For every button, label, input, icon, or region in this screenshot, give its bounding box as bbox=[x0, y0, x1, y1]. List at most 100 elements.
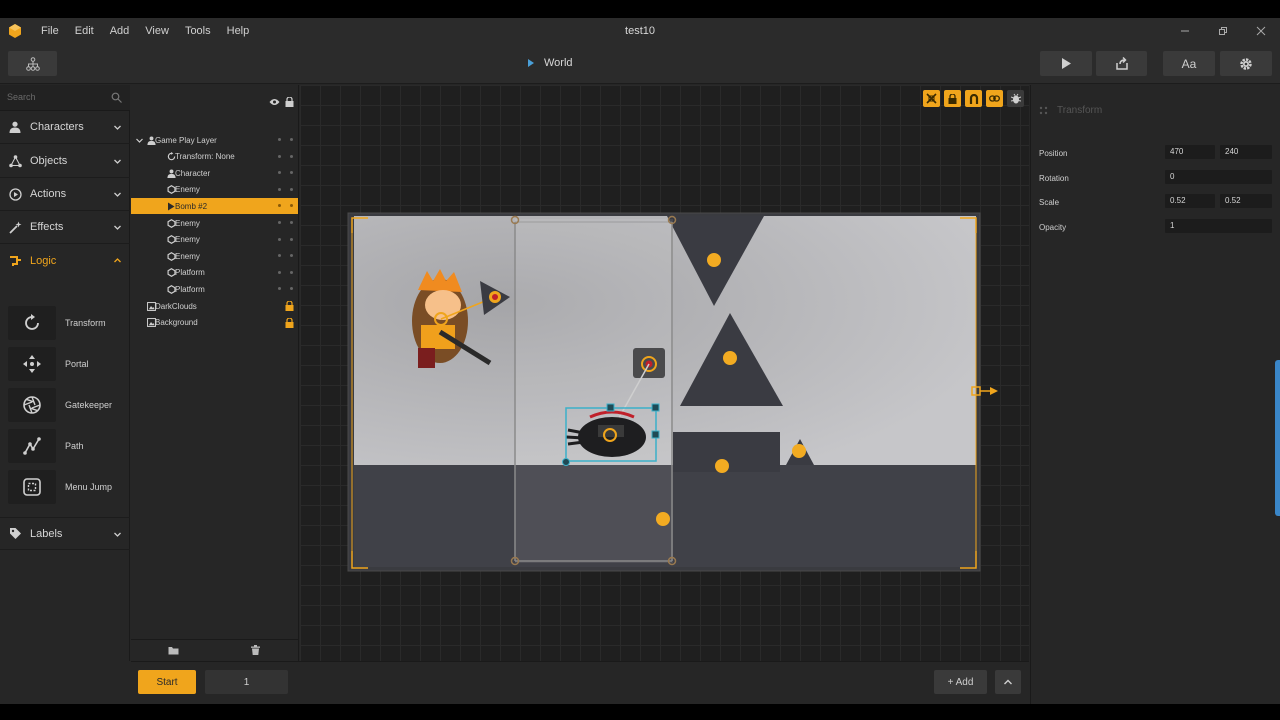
layer-row[interactable]: Game Play Layer bbox=[131, 132, 298, 148]
layer-row[interactable]: Enemy bbox=[131, 248, 298, 264]
logic-item-transform[interactable]: Transform bbox=[8, 306, 106, 340]
trash-icon[interactable] bbox=[251, 645, 260, 655]
hierarchy-button[interactable] bbox=[8, 51, 57, 76]
logic-item-gatekeeper[interactable]: Gatekeeper bbox=[8, 388, 112, 422]
title-bar: File Edit Add View Tools Help test10 bbox=[0, 18, 1280, 44]
layer-row[interactable]: Character bbox=[131, 165, 298, 181]
layer-panel-header bbox=[131, 85, 299, 115]
play-button[interactable] bbox=[1040, 51, 1092, 76]
hexagon-icon bbox=[166, 251, 176, 261]
search-input[interactable]: Search bbox=[7, 92, 36, 102]
rotation-label: Rotation bbox=[1039, 174, 1069, 183]
category-logic[interactable]: Logic bbox=[0, 244, 130, 277]
layer-label: Transform: None bbox=[175, 152, 235, 162]
eye-icon[interactable] bbox=[269, 98, 280, 106]
layer-panel: Game Play Layer Transform: None Character E… bbox=[131, 85, 299, 661]
folder-icon[interactable] bbox=[168, 646, 179, 655]
category-objects[interactable]: Objects bbox=[0, 145, 130, 178]
layer-row[interactable]: Transform: None bbox=[131, 149, 298, 165]
logic-item-portal[interactable]: Portal bbox=[8, 347, 89, 381]
effects-icon bbox=[8, 220, 22, 234]
opacity-label: Opacity bbox=[1039, 223, 1067, 232]
breadcrumb[interactable]: World bbox=[528, 57, 573, 69]
layer-row[interactable]: Platform bbox=[131, 265, 298, 281]
visibility-dots[interactable] bbox=[278, 154, 293, 158]
side-drawer-tab[interactable] bbox=[1275, 360, 1280, 516]
search-box[interactable]: Search bbox=[0, 85, 130, 111]
rotation-field[interactable]: 0 bbox=[1165, 170, 1272, 184]
position-y-field[interactable]: 240 bbox=[1220, 145, 1272, 159]
lock-icon[interactable] bbox=[285, 301, 294, 311]
add-button[interactable]: + Add bbox=[934, 670, 987, 694]
lock-all-icon[interactable] bbox=[285, 97, 294, 107]
category-label: Characters bbox=[30, 121, 84, 133]
logic-item-path[interactable]: Path bbox=[8, 429, 84, 463]
scale-y-field[interactable]: 0.52 bbox=[1220, 194, 1272, 208]
export-button[interactable] bbox=[1096, 51, 1147, 76]
layer-panel-footer bbox=[131, 639, 299, 661]
visibility-dots[interactable] bbox=[278, 287, 293, 291]
frame-number-field[interactable]: 1 bbox=[205, 670, 288, 694]
scale-row: Scale 0.52 0.52 bbox=[1031, 194, 1280, 212]
visibility-dots[interactable] bbox=[278, 254, 293, 258]
logic-item-label: Transform bbox=[65, 318, 106, 328]
layer-label: Background bbox=[155, 318, 198, 328]
logic-item-label: Menu Jump bbox=[65, 482, 113, 492]
expand-button[interactable] bbox=[995, 670, 1021, 694]
category-actions[interactable]: Actions bbox=[0, 178, 130, 211]
font-button[interactable]: Aa bbox=[1163, 51, 1215, 76]
search-icon[interactable] bbox=[111, 92, 122, 103]
window-title: test10 bbox=[625, 25, 655, 37]
visibility-dots[interactable] bbox=[278, 270, 293, 274]
layer-row[interactable]: Enemy bbox=[131, 182, 298, 198]
logic-item-menu-jump[interactable]: Menu Jump bbox=[8, 470, 112, 504]
close-button[interactable] bbox=[1242, 18, 1280, 44]
start-button[interactable]: Start bbox=[138, 670, 196, 694]
layer-row[interactable]: DarkClouds bbox=[131, 298, 298, 314]
logic-item-label: Gatekeeper bbox=[65, 400, 113, 410]
rotate-icon bbox=[166, 152, 176, 162]
hexagon-icon bbox=[166, 284, 176, 294]
category-label: Objects bbox=[30, 155, 68, 167]
position-x-field[interactable]: 470 bbox=[1165, 145, 1215, 159]
visibility-dots[interactable] bbox=[278, 138, 293, 141]
layer-row[interactable]: Enemy bbox=[131, 215, 298, 231]
scale-label: Scale bbox=[1039, 198, 1060, 207]
opacity-row: Opacity 1 bbox=[1031, 219, 1280, 237]
layer-label: Game Play Layer bbox=[155, 135, 217, 145]
category-characters[interactable]: Characters bbox=[0, 111, 130, 144]
visibility-dots[interactable] bbox=[278, 204, 293, 208]
hexagon-icon bbox=[166, 268, 176, 278]
visibility-dots[interactable] bbox=[278, 171, 293, 175]
transform-icon bbox=[8, 306, 56, 340]
layer-row[interactable]: Bomb #2 bbox=[131, 198, 298, 215]
rotation-row: Rotation 0 bbox=[1031, 170, 1280, 188]
hexagon-icon bbox=[166, 218, 176, 228]
scene-canvas[interactable] bbox=[300, 85, 1029, 661]
settings-button[interactable] bbox=[1220, 51, 1272, 76]
play-icon bbox=[1062, 58, 1071, 69]
category-labels[interactable]: Labels bbox=[0, 517, 130, 550]
visibility-dots[interactable] bbox=[278, 187, 293, 191]
chevron-down-icon bbox=[114, 159, 121, 164]
left-bottom-spacer bbox=[0, 661, 130, 704]
layer-row[interactable]: Platform bbox=[131, 281, 298, 297]
visibility-dots[interactable] bbox=[278, 221, 293, 224]
lock-icon[interactable] bbox=[285, 317, 294, 328]
layer-row[interactable]: Enemy bbox=[131, 232, 298, 248]
opacity-field[interactable]: 1 bbox=[1165, 219, 1272, 233]
restore-button[interactable] bbox=[1204, 18, 1242, 44]
category-effects[interactable]: Effects bbox=[0, 211, 130, 244]
layer-label: Enemy bbox=[175, 218, 200, 228]
chevron-down-icon bbox=[114, 532, 121, 537]
menu-jump-icon bbox=[8, 470, 56, 504]
person-icon bbox=[8, 120, 22, 134]
minimize-button[interactable] bbox=[1166, 18, 1204, 44]
chevron-down-icon[interactable] bbox=[136, 137, 143, 144]
logic-item-label: Path bbox=[65, 441, 84, 451]
close-icon bbox=[1256, 26, 1266, 36]
visibility-dots[interactable] bbox=[278, 237, 293, 241]
chevron-down-icon bbox=[114, 125, 121, 130]
layer-row[interactable]: Background bbox=[131, 315, 298, 331]
scale-x-field[interactable]: 0.52 bbox=[1165, 194, 1215, 208]
